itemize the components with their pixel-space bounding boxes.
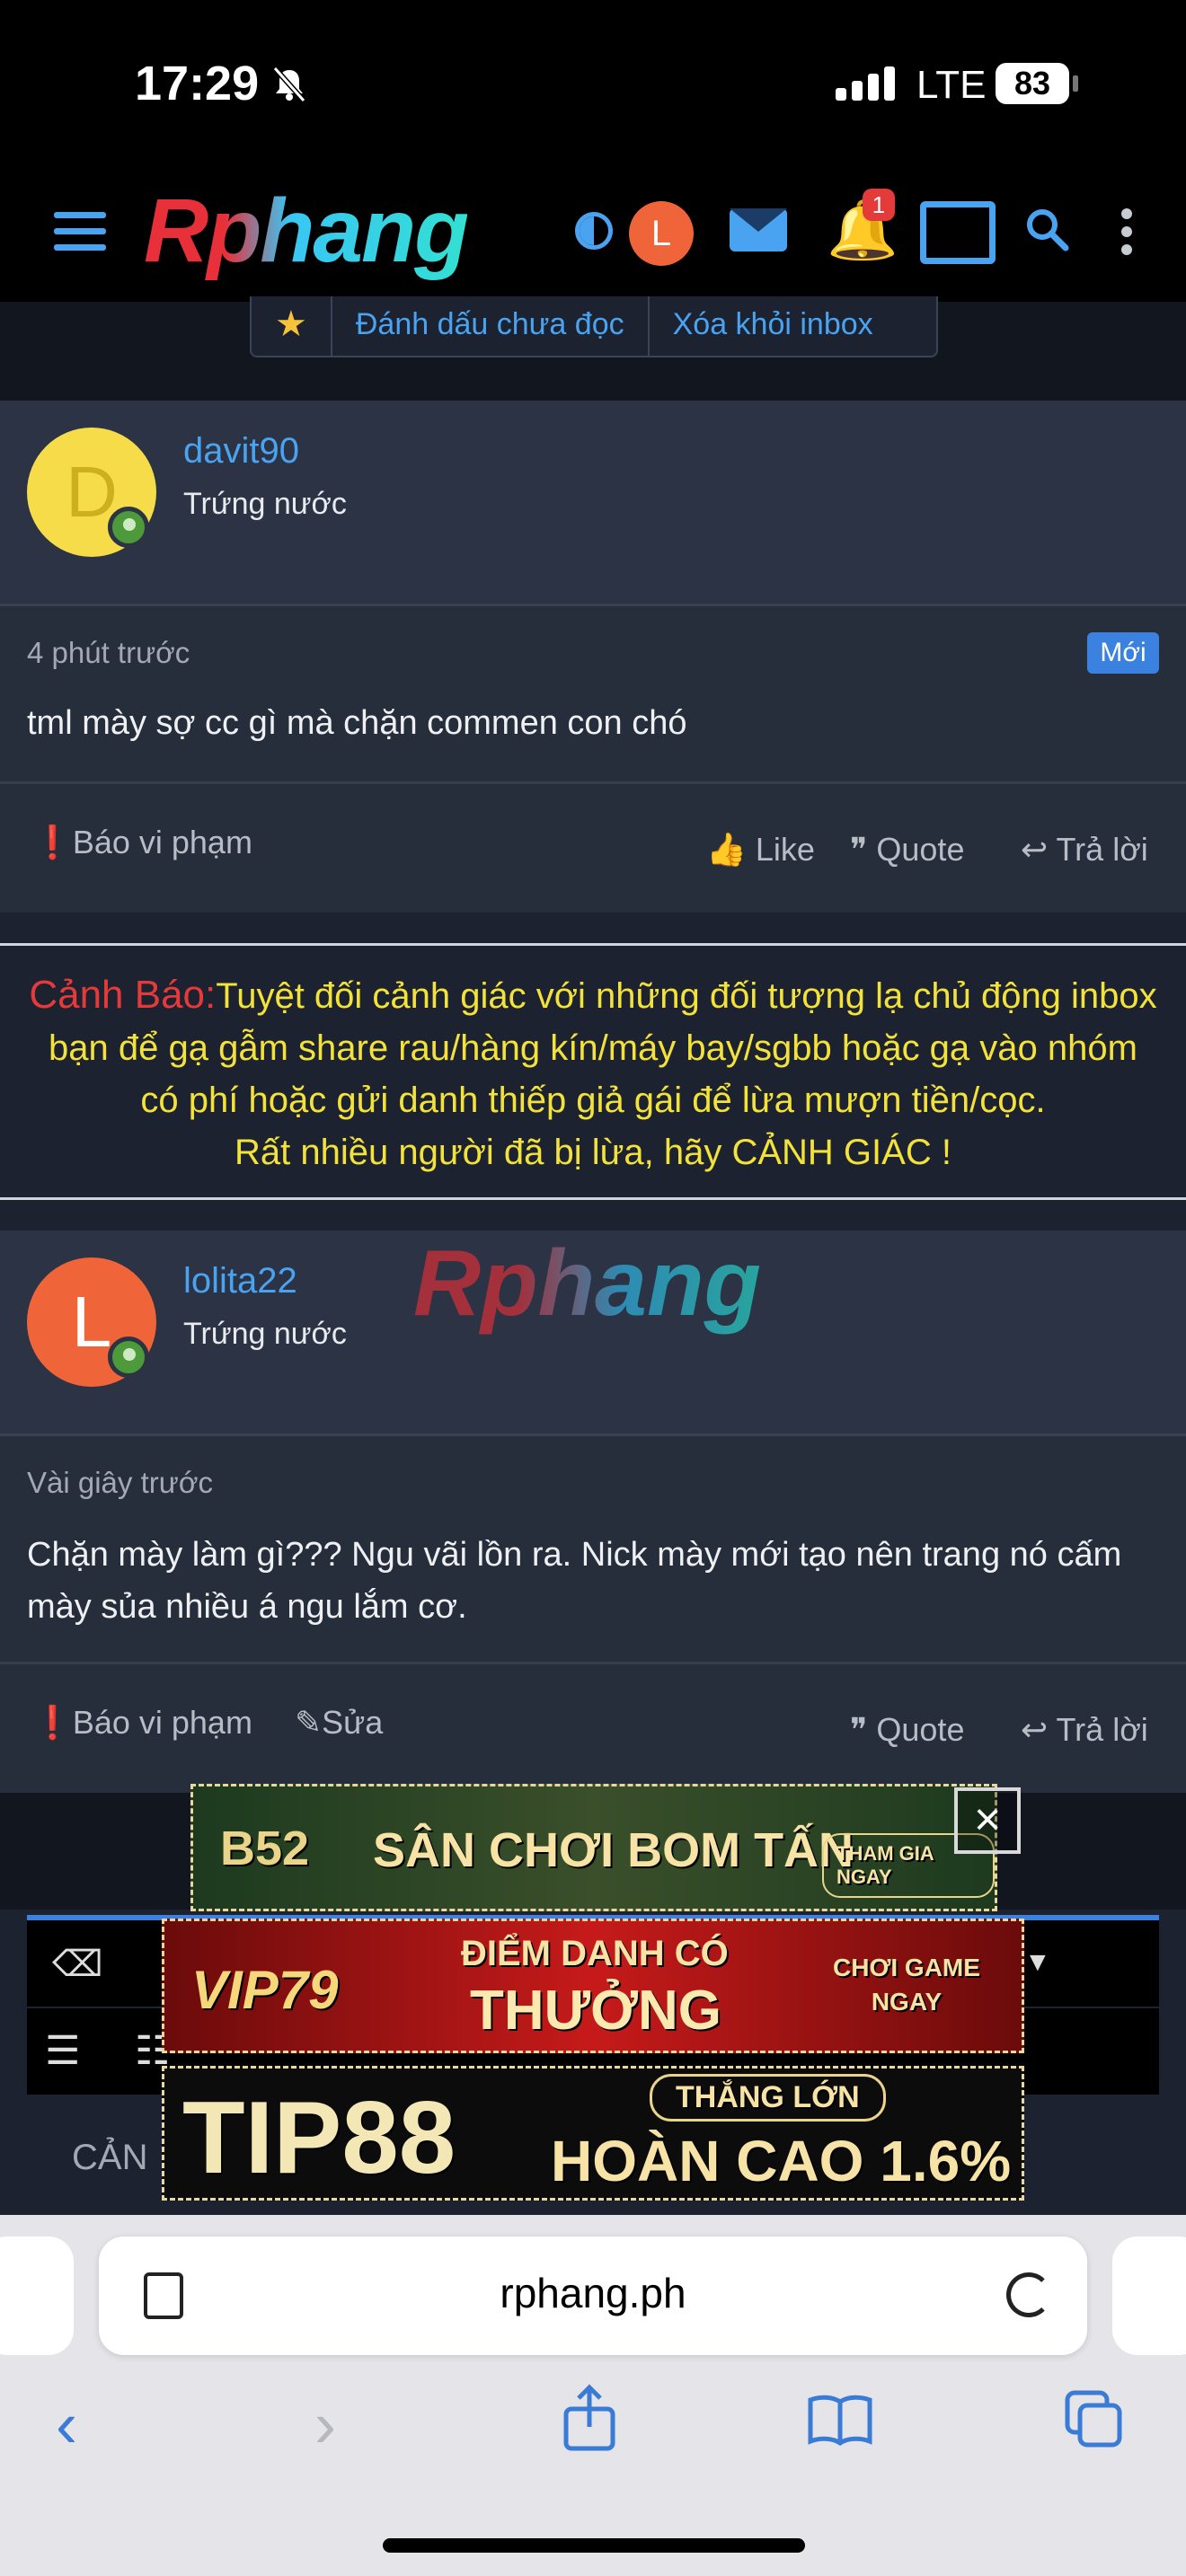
ad-brand: VIP79 — [191, 1960, 339, 2020]
reply-button[interactable]: ↩ Trả lời — [1021, 831, 1148, 869]
conversation-action-bar: ★ Đánh dấu chưa đọc Xóa khỏi inbox — [250, 296, 938, 357]
warning-line-4: Rất nhiều người đã bị lừa, hãy CẢNH GIÁC… — [235, 1133, 951, 1172]
online-status-icon — [108, 1337, 149, 1378]
report-label: Báo vi phạm — [72, 1704, 252, 1741]
like-label: Like — [755, 831, 815, 868]
ad-headline-1: ĐIỂM DANH CÓ — [461, 1934, 729, 1973]
reply-label: Trả lời — [1056, 831, 1148, 868]
home-indicator[interactable] — [383, 2538, 805, 2553]
ad-headline: HOÀN CAO 1.6% — [551, 2129, 1012, 2193]
online-status-icon — [108, 507, 149, 548]
theme-toggle-icon[interactable] — [575, 212, 613, 250]
bookmarks-icon[interactable] — [807, 2393, 873, 2447]
store-icon[interactable] — [920, 201, 996, 264]
align-icon[interactable]: ☰ — [45, 2028, 80, 2074]
post-body: Chặn mày làm gì??? Ngu vãi lồn ra. Nick … — [27, 1536, 1122, 1626]
remove-inbox-button[interactable]: Xóa khỏi inbox — [650, 296, 897, 356]
post-time[interactable]: Vài giây trước — [27, 1466, 213, 1500]
chevron-down-icon[interactable]: ▼ — [1024, 1947, 1051, 1978]
ad-banner-b52[interactable]: B52 SÂN CHƠI BOM TẤN THAM GIA NGAY — [190, 1784, 997, 1911]
battery-nub — [1073, 75, 1078, 92]
scam-warning-banner: Cảnh Báo:Tuyệt đối cảnh giác với những đ… — [0, 943, 1186, 1200]
warning-line-1: Tuyệt đối cảnh giác với những đối tượng … — [216, 976, 1157, 1016]
post-time[interactable]: 4 phút trước — [27, 636, 190, 670]
like-button[interactable]: 👍 Like — [706, 831, 815, 869]
alert-icon: ❗ — [32, 824, 73, 860]
search-icon[interactable] — [1024, 207, 1069, 251]
user-title: Trứng nước — [183, 1317, 347, 1351]
mail-icon[interactable] — [730, 208, 787, 251]
username[interactable]: lolita22 — [183, 1261, 297, 1301]
ad-banner-tip88[interactable]: TIP88 THẮNG LỚN HOÀN CAO 1.6% — [162, 2066, 1024, 2201]
site-logo[interactable]: Rphang — [144, 180, 469, 283]
user-title: Trứng nước — [183, 487, 347, 521]
network-label: LTE — [916, 63, 987, 107]
ad-banner-vip79[interactable]: VIP79 ĐIỂM DANH CÓ THƯỞNG CHƠI GAME NGAY — [162, 1919, 1024, 2053]
site-watermark: Rphang — [413, 1231, 762, 1336]
ad-brand: TIP88 — [182, 2081, 456, 2195]
thumbs-up-icon: 👍 — [706, 831, 747, 868]
report-button[interactable]: ❗Báo vi phạm — [32, 1704, 252, 1742]
more-options-icon[interactable] — [1121, 208, 1134, 262]
share-icon[interactable] — [561, 2384, 618, 2452]
ad-brand: B52 — [220, 1822, 310, 1875]
pencil-icon: ✎ — [295, 1704, 323, 1741]
ad-headline: SÂN CHƠI BOM TẤN — [373, 1823, 854, 1877]
ad-tag: THẮNG LỚN — [650, 2074, 886, 2122]
warning-line-3: có phí hoặc gửi danh thiếp giả gái để lừ… — [140, 1081, 1046, 1120]
report-label: Báo vi phạm — [72, 824, 252, 860]
quote-button[interactable]: ❞ Quote — [850, 831, 964, 869]
warning-label: Cảnh Báo: — [29, 973, 217, 1017]
reply-icon: ↩ — [1021, 831, 1049, 868]
message-post: D davit90 Trứng nước 4 phút trước Mới tm… — [0, 401, 1186, 913]
quote-icon: ❞ — [850, 831, 868, 868]
previous-tab-preview[interactable] — [0, 2236, 74, 2355]
editor-content[interactable]: CẢN — [72, 2138, 147, 2178]
bell-off-icon — [272, 66, 306, 102]
username[interactable]: davit90 — [183, 431, 299, 472]
battery-icon: 83 — [996, 63, 1069, 104]
quote-button[interactable]: ❞ Quote — [850, 1711, 964, 1749]
notification-badge: 1 — [863, 189, 895, 221]
reload-icon[interactable] — [1006, 2272, 1051, 2317]
status-time: 17:29 — [135, 57, 260, 110]
warning-line-2: bạn để gạ gẫm share rau/hàng kín/máy bay… — [49, 1028, 1137, 1068]
reply-button[interactable]: ↩ Trả lời — [1021, 1711, 1148, 1749]
alert-icon: ❗ — [32, 1704, 73, 1741]
close-ad-button[interactable]: × — [954, 1787, 1021, 1854]
new-badge: Mới — [1087, 632, 1159, 674]
post-footer: ❗Báo vi phạm ✎Sửa ❞ Quote ↩ Trả lời — [0, 1662, 1186, 1795]
post-footer: ❗Báo vi phạm 👍 Like ❞ Quote ↩ Trả lời — [0, 781, 1186, 915]
hamburger-menu-icon[interactable] — [54, 212, 106, 251]
forward-icon[interactable]: › — [314, 2393, 336, 2457]
report-button[interactable]: ❗Báo vi phạm — [32, 824, 252, 861]
edit-label: Sửa — [322, 1704, 384, 1741]
mark-unread-button[interactable]: Đánh dấu chưa đọc — [332, 296, 650, 356]
ad-cta-2: NGAY — [871, 1988, 943, 2016]
next-tab-preview[interactable] — [1112, 2236, 1186, 2355]
star-icon[interactable]: ★ — [252, 296, 332, 356]
tabs-icon[interactable] — [1064, 2389, 1125, 2450]
edit-button[interactable]: ✎Sửa — [295, 1704, 383, 1742]
back-icon[interactable]: ‹ — [56, 2393, 77, 2457]
user-avatar[interactable]: L — [629, 201, 694, 266]
ad-cta-1: CHƠI GAME — [833, 1954, 980, 1981]
post-header: D davit90 Trứng nước — [0, 401, 1186, 606]
reply-icon: ↩ — [1021, 1711, 1049, 1748]
quote-icon: ❞ — [850, 1711, 868, 1748]
ad-headline-2: THƯỞNG — [470, 1980, 721, 2042]
post-body: tml mày sợ cc gì mà chặn commen con chó — [27, 704, 687, 742]
quote-label: Quote — [876, 1711, 965, 1748]
quote-label: Quote — [876, 831, 965, 868]
reply-label: Trả lời — [1056, 1711, 1148, 1748]
signal-icon — [836, 66, 900, 101]
url-text[interactable]: rphang.ph — [99, 2269, 1087, 2317]
eraser-icon[interactable]: ⌫ — [52, 1944, 103, 1985]
